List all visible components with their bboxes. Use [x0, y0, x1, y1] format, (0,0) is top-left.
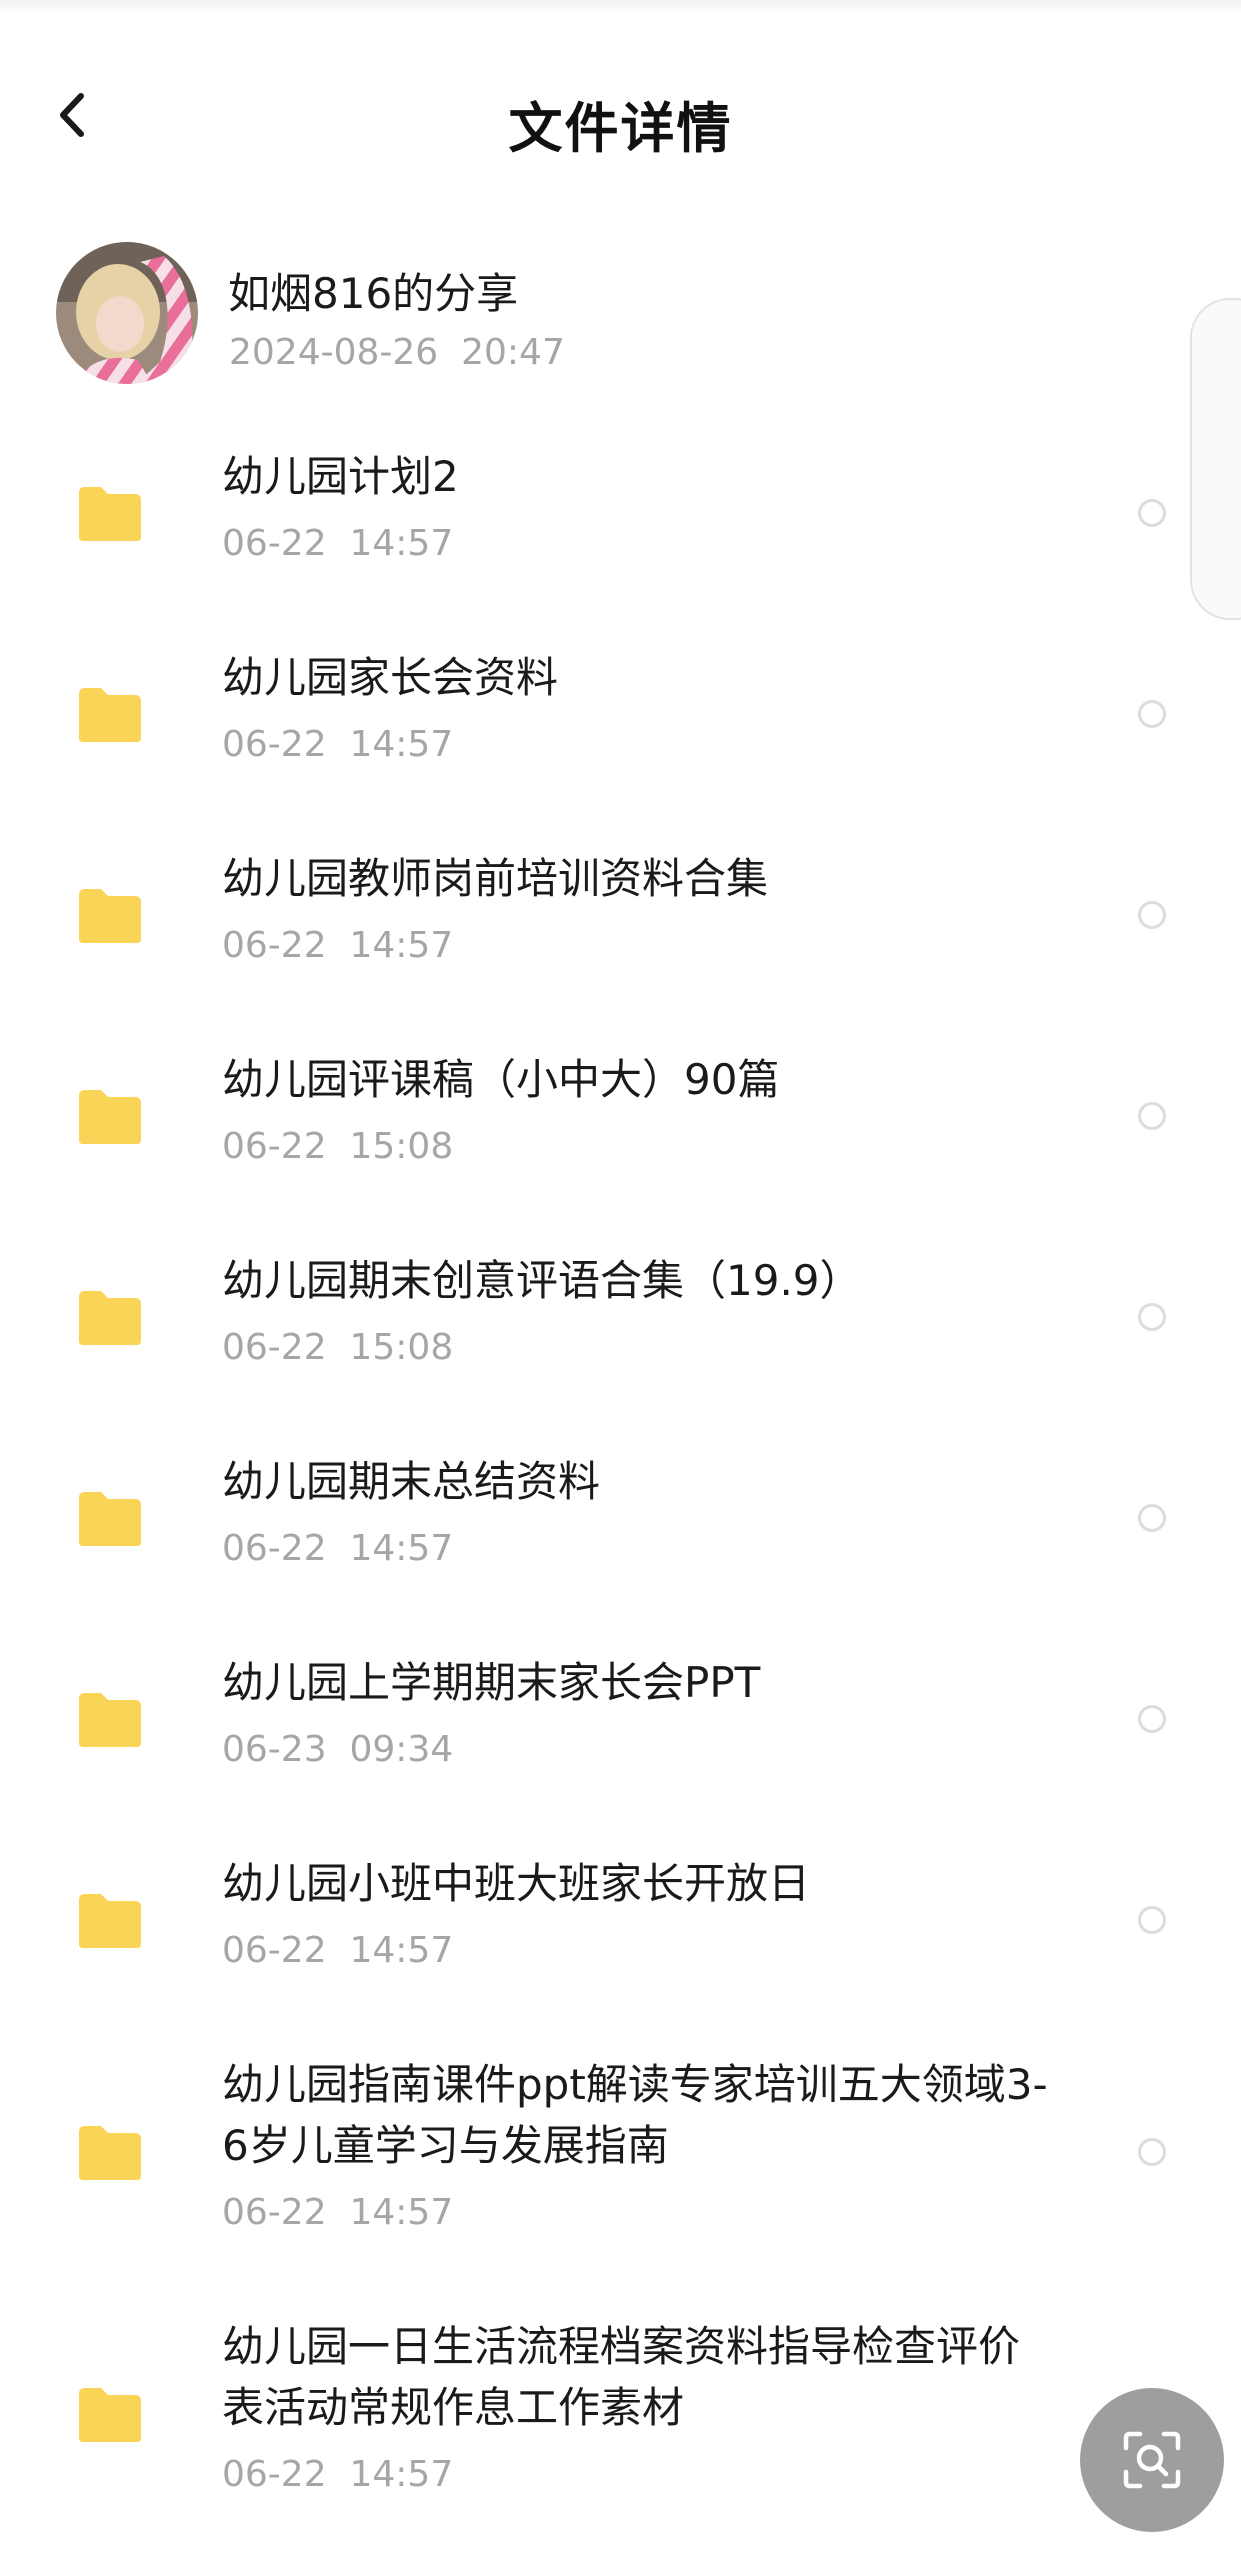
file-item[interactable]: 幼儿园评课稿（小中大）90篇 06-22 15:08: [0, 1043, 1241, 1193]
folder-icon: [79, 1291, 141, 1345]
file-date: 06-22 15:08: [222, 1327, 454, 1368]
file-item[interactable]: 幼儿园期末创意评语合集（19.9） 06-22 15:08: [0, 1244, 1241, 1394]
file-item[interactable]: 幼儿园家长会资料 06-22 14:57: [0, 641, 1241, 791]
select-radio[interactable]: [1138, 700, 1166, 728]
folder-icon: [79, 889, 141, 943]
file-date: 06-23 09:34: [222, 1729, 454, 1770]
file-name: 幼儿园期末总结资料: [222, 1457, 601, 1506]
file-item[interactable]: 幼儿园教师岗前培训资料合集 06-22 14:57: [0, 842, 1241, 992]
header: 文件详情: [0, 60, 1241, 170]
select-radio[interactable]: [1138, 1906, 1166, 1934]
select-radio[interactable]: [1138, 1102, 1166, 1130]
file-name: 幼儿园教师岗前培训资料合集: [222, 854, 769, 903]
sharer-info: 如烟816的分享 2024-08-26 20:47: [56, 240, 1156, 390]
file-date: 06-22 14:57: [222, 2454, 454, 2495]
file-date: 06-22 14:57: [222, 925, 454, 966]
folder-icon: [79, 1492, 141, 1546]
select-radio[interactable]: [1138, 1303, 1166, 1331]
file-date: 06-22 14:57: [222, 1528, 454, 1569]
select-radio[interactable]: [1138, 1705, 1166, 1733]
sharer-name: 如烟816的分享: [228, 269, 519, 318]
file-name: 幼儿园评课稿（小中大）90篇: [222, 1055, 780, 1104]
folder-icon: [79, 1693, 141, 1747]
file-item[interactable]: 幼儿园指南课件ppt解读专家培训五大领域3-6岁儿童学习与发展指南 06-22 …: [0, 2048, 1241, 2258]
folder-icon: [79, 2388, 141, 2442]
status-bar-fade: [0, 0, 1241, 14]
folder-icon: [79, 2126, 141, 2180]
select-radio[interactable]: [1138, 1504, 1166, 1532]
folder-icon: [79, 1090, 141, 1144]
file-date: 06-22 14:57: [222, 2192, 454, 2233]
file-name: 幼儿园小班中班大班家长开放日: [222, 1859, 811, 1908]
file-item[interactable]: 幼儿园一日生活流程档案资料指导检查评价表活动常规作息工作素材 06-22 14:…: [0, 2310, 1241, 2520]
file-item[interactable]: 幼儿园计划2 06-22 14:57: [0, 440, 1241, 590]
folder-icon: [79, 487, 141, 541]
file-item[interactable]: 幼儿园小班中班大班家长开放日 06-22 14:57: [0, 1847, 1241, 1997]
file-name: 幼儿园指南课件ppt解读专家培训五大领域3-6岁儿童学习与发展指南: [222, 2060, 1048, 2170]
file-date: 06-22 14:57: [222, 523, 454, 564]
folder-icon: [79, 1894, 141, 1948]
file-name: 幼儿园期末创意评语合集（19.9）: [222, 1256, 862, 1305]
page-title: 文件详情: [508, 97, 733, 160]
file-name: 幼儿园计划2: [222, 452, 459, 501]
scan-search-button[interactable]: [1080, 2388, 1224, 2532]
avatar[interactable]: [56, 242, 198, 384]
file-date: 06-22 15:08: [222, 1126, 454, 1167]
file-item[interactable]: 幼儿园期末总结资料 06-22 14:57: [0, 1445, 1241, 1595]
file-date: 06-22 14:57: [222, 724, 454, 765]
file-item[interactable]: 幼儿园上学期期末家长会PPT 06-23 09:34: [0, 1646, 1241, 1796]
folder-icon: [79, 688, 141, 742]
file-name: 幼儿园一日生活流程档案资料指导检查评价表活动常规作息工作素材: [222, 2322, 1021, 2432]
select-radio[interactable]: [1138, 901, 1166, 929]
scan-search-icon: [1123, 2431, 1181, 2489]
select-radio[interactable]: [1138, 2138, 1166, 2166]
file-name: 幼儿园上学期期末家长会PPT: [222, 1658, 761, 1707]
share-time: 2024-08-26 20:47: [229, 332, 565, 373]
select-radio[interactable]: [1138, 499, 1166, 527]
file-date: 06-22 14:57: [222, 1930, 454, 1971]
file-name: 幼儿园家长会资料: [222, 653, 559, 702]
